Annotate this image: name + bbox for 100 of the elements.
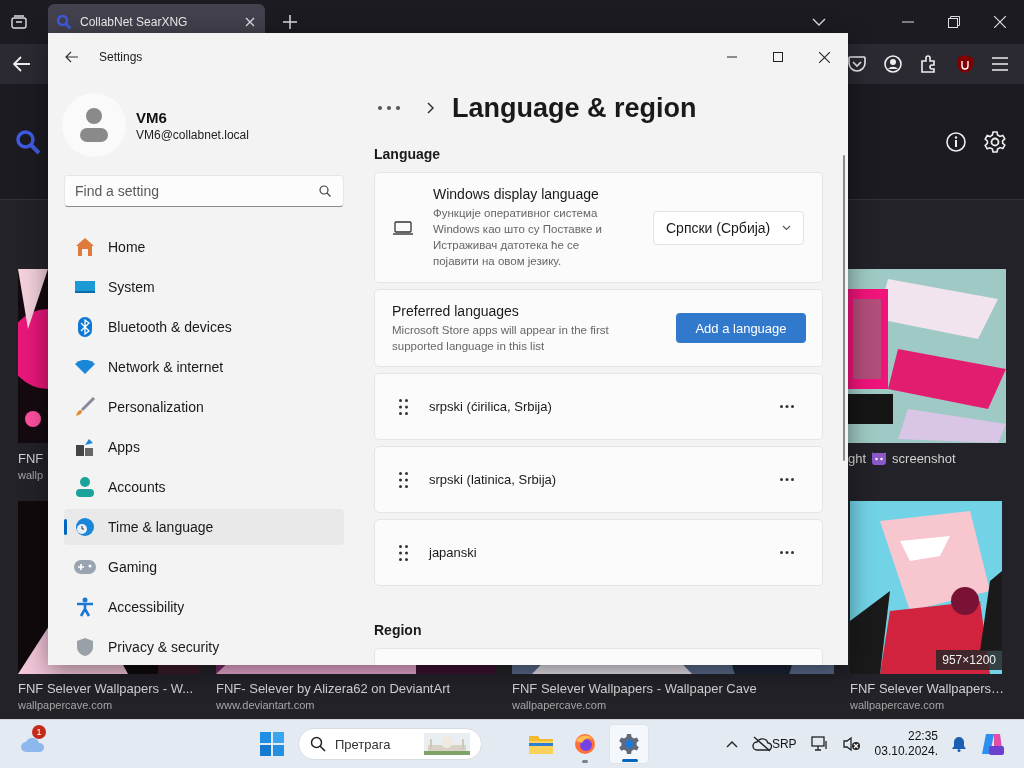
gamepad-icon: [74, 560, 96, 574]
language-dropdown[interactable]: Српски (Србија): [653, 210, 804, 245]
search-icon: [310, 736, 326, 752]
person-icon: [74, 477, 96, 497]
result-site: www.deviantart.com: [216, 698, 316, 713]
section-heading: Region: [374, 621, 423, 640]
nav-item[interactable]: Bluetooth & devices: [64, 309, 344, 345]
more-icon[interactable]: [780, 478, 794, 481]
setting-title: Windows display language: [433, 186, 600, 202]
language-row[interactable]: japanski: [374, 519, 823, 586]
bell-icon[interactable]: [952, 736, 966, 752]
result-title[interactable]: screenshot: [892, 450, 956, 466]
language-row[interactable]: srpski (ćirilica, Srbija): [374, 373, 823, 440]
info-icon[interactable]: [946, 131, 966, 152]
add-language-button[interactable]: Add a language: [676, 313, 806, 343]
speaker-muted-icon[interactable]: [842, 736, 861, 752]
input-language[interactable]: SRP: [771, 737, 797, 751]
globe-clock-icon: [74, 517, 96, 537]
wifi-icon: [74, 360, 96, 374]
nav-item[interactable]: Privacy & security: [64, 629, 344, 665]
clock-time[interactable]: 22:35: [907, 729, 938, 744]
fox-globe-icon: [574, 733, 596, 755]
setting-description: Функције оперативног система Windows као што су Поставке и Истраживач датотека ће се појавити на овом језику.: [433, 206, 603, 269]
windows-start-icon[interactable]: [260, 732, 284, 756]
brush-icon: [74, 397, 96, 417]
nav-item[interactable]: Personalization: [64, 389, 344, 425]
devil-emoji-icon: [872, 451, 887, 465]
nav-item[interactable]: Network & internet: [64, 349, 344, 385]
result-site: wallpapercave.com: [850, 698, 946, 713]
nav-item[interactable]: Apps: [64, 429, 344, 465]
tab-list-icon[interactable]: [11, 15, 27, 29]
drag-handle-icon[interactable]: [399, 471, 408, 488]
network-monitor-icon[interactable]: [810, 736, 829, 752]
language-name: srpski (ćirilica, Srbija): [429, 399, 552, 414]
puzzle-icon[interactable]: [920, 55, 938, 73]
chevron-down-icon: [782, 224, 791, 231]
back-arrow-icon[interactable]: [65, 51, 79, 63]
result-title[interactable]: ght: [848, 450, 867, 466]
person-silhouette-icon: [79, 107, 109, 143]
chevron-right-icon: [427, 102, 434, 114]
menu-icon[interactable]: [992, 57, 1008, 71]
close-icon[interactable]: [819, 51, 830, 63]
nav-item[interactable]: Accessibility: [64, 589, 344, 625]
settings-icon[interactable]: [984, 130, 1006, 153]
page-title: Language & region: [452, 92, 697, 124]
maximize-icon[interactable]: [773, 52, 783, 62]
language-name: japanski: [429, 545, 477, 560]
search-icon: [56, 14, 72, 30]
user-name: VM6: [136, 108, 168, 126]
laptop-icon: [393, 220, 413, 235]
account-icon[interactable]: [884, 55, 902, 73]
copilot-icon[interactable]: [980, 732, 1004, 756]
more-icon[interactable]: [780, 405, 794, 408]
language-row[interactable]: srpski (latinica, Srbija): [374, 446, 823, 513]
result-site: wallpapercave.com: [512, 698, 608, 713]
result-title[interactable]: FNF- Selever by Alizera62 on DeviantArt: [216, 680, 451, 696]
cloud-off-icon[interactable]: [751, 736, 772, 752]
result-title[interactable]: FNF Selever Wallpapers - Wallpaper Cave: [512, 680, 757, 696]
more-icon[interactable]: [378, 106, 400, 110]
chevron-down-icon[interactable]: [812, 18, 826, 26]
clock-date[interactable]: 03.10.2024.: [874, 744, 938, 759]
drag-handle-icon[interactable]: [399, 398, 408, 415]
result-title[interactable]: FNF: [18, 450, 44, 466]
image-size-badge: 957×1200: [936, 650, 1002, 670]
nav-item[interactable]: System: [64, 269, 344, 305]
notification-badge: 1: [32, 725, 46, 739]
search-field[interactable]: Find a setting: [64, 175, 344, 207]
restore-icon[interactable]: [948, 16, 960, 28]
shield-icon: [74, 637, 96, 657]
setting-description: Microsoft Store apps will appear in the first supported language in this list: [392, 322, 610, 354]
search-icon: [319, 185, 331, 197]
home-icon: [74, 237, 96, 257]
nav-item[interactable]: Home: [64, 229, 344, 265]
nav-item[interactable]: Time & language: [64, 509, 344, 545]
result-site: wallp: [18, 468, 45, 483]
window-title: Settings: [99, 50, 143, 64]
search-icon[interactable]: [15, 128, 41, 155]
taskbar-app[interactable]: [609, 724, 649, 764]
language-name: srpski (latinica, Srbija): [429, 472, 557, 487]
nav-item[interactable]: Gaming: [64, 549, 344, 585]
drag-handle-icon[interactable]: [399, 544, 408, 561]
pocket-icon[interactable]: [848, 56, 866, 72]
tab-title: CollabNet SearXNG: [80, 15, 189, 29]
nav-item[interactable]: Accounts: [64, 469, 344, 505]
folder-icon: [529, 734, 553, 754]
new-tab-icon[interactable]: [283, 15, 297, 29]
user-email: VM6@collabnet.local: [136, 127, 249, 142]
monitor-icon: [74, 279, 96, 295]
section-heading: Language: [374, 145, 442, 164]
setting-title: Preferred languages: [392, 302, 520, 319]
result-title[interactable]: FNF Selever Wallpapers - W...: [18, 680, 194, 696]
scrollbar[interactable]: [843, 155, 845, 461]
accessibility-icon: [74, 597, 96, 617]
more-icon[interactable]: [780, 551, 794, 554]
gear-icon: [618, 733, 640, 755]
result-title[interactable]: FNF Selever Wallpapers…: [850, 680, 1005, 696]
apps-icon: [74, 437, 96, 457]
result-site: wallpapercave.com: [18, 698, 114, 713]
chevron-up-icon[interactable]: [725, 740, 738, 748]
shield-icon[interactable]: [956, 54, 974, 74]
